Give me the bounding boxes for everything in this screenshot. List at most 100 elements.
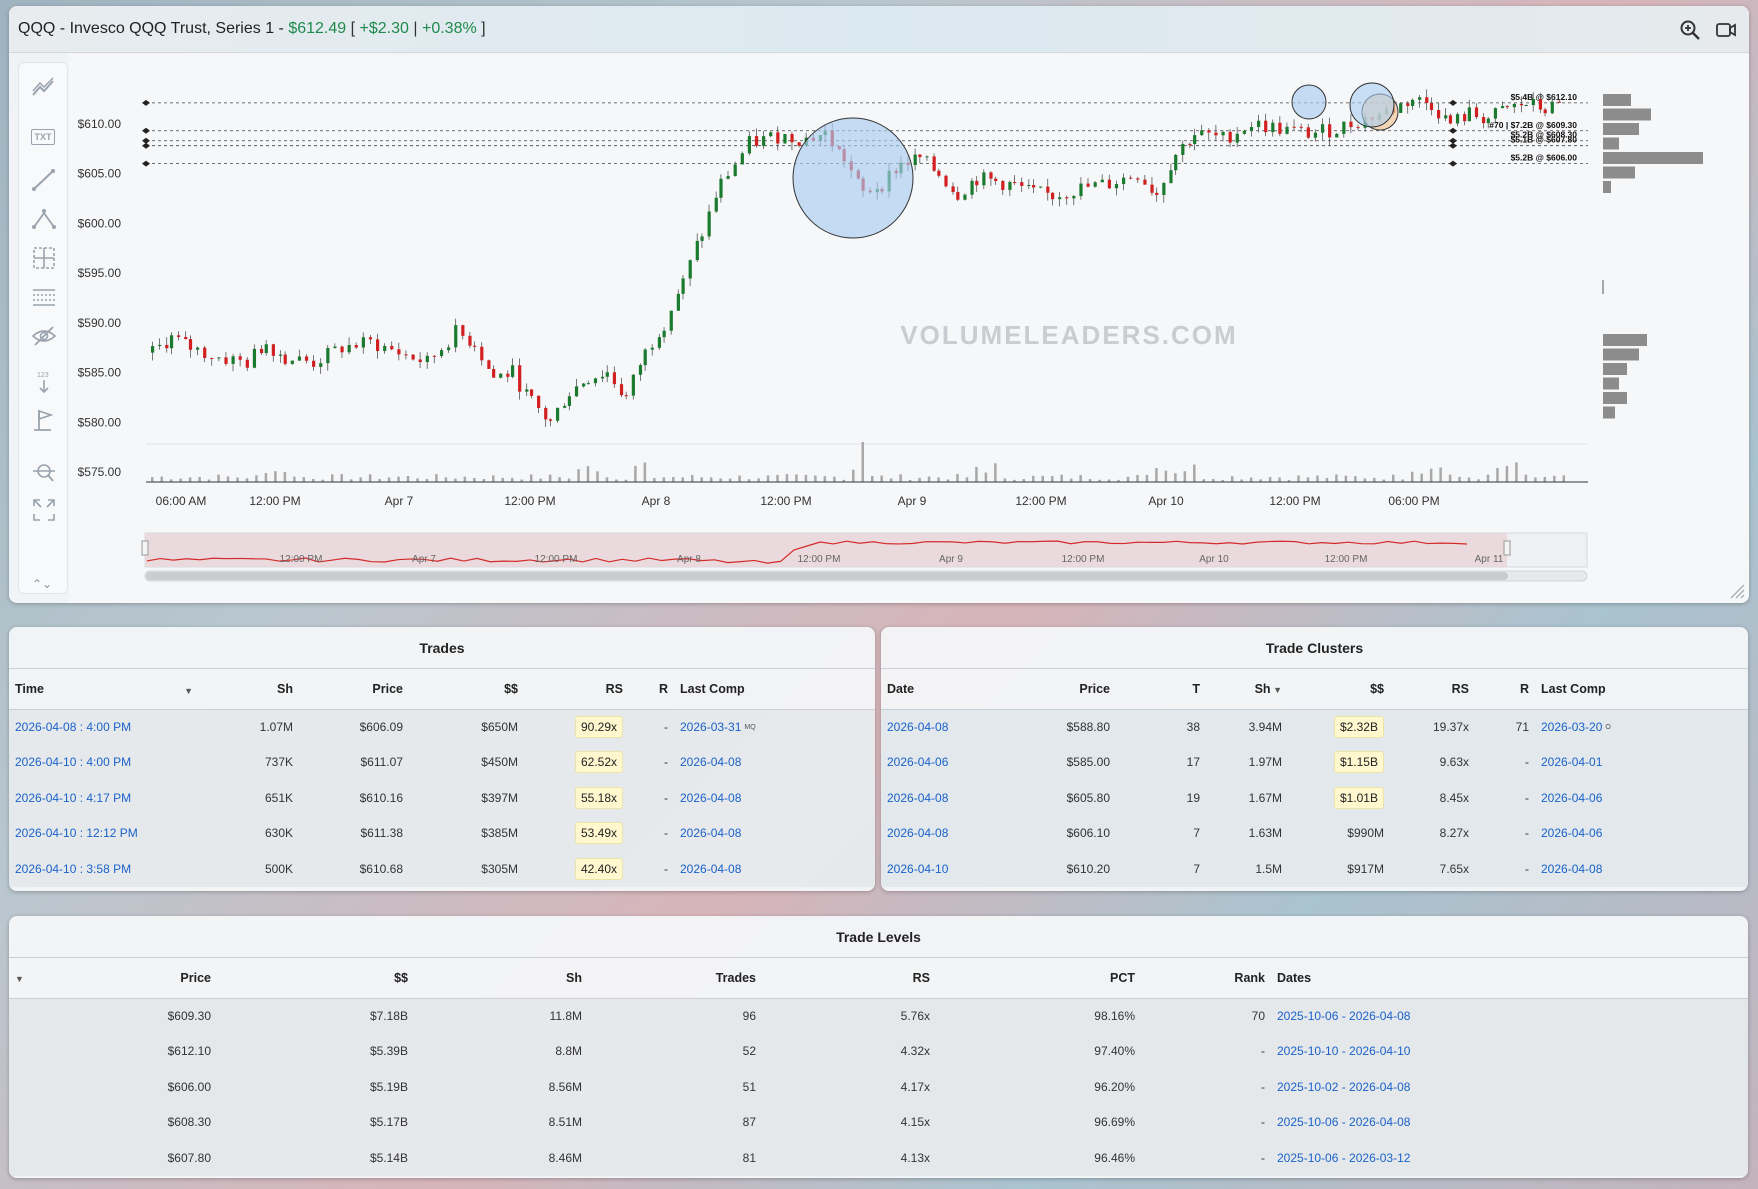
col-rs[interactable]: RS [762, 958, 936, 999]
table-row[interactable]: 2026-04-08 : 4:00 PM 1.07M $606.09 $650M 90.… [9, 709, 875, 745]
col-price[interactable]: Price [299, 669, 409, 710]
candle-body [506, 373, 510, 377]
cluster-date-link[interactable]: 2026-04-08 [887, 826, 948, 840]
col-last-comp[interactable]: Last Comp [674, 669, 875, 710]
table-row[interactable]: 2026-04-08 $605.80 19 1.67M $1.01B 8.45x -2026… [881, 780, 1748, 816]
col-rank[interactable]: Rank [1141, 958, 1271, 999]
dates-range-link[interactable]: 2025-10-06 - 2026-03-12 [1277, 1151, 1410, 1165]
fibonacci-icon[interactable] [31, 285, 57, 311]
table-row[interactable]: $608.30 $5.17B 8.51M 87 4.15x 96.69% -2025-10-… [9, 1104, 1748, 1140]
chart-area[interactable]: $610.00 $605.00 $600.00 $595.00 $590.00 $585.… [69, 54, 1749, 603]
volume-bar [1041, 475, 1044, 482]
last-comp-link[interactable]: 2026-03-20 [1541, 720, 1602, 734]
candle-body [1264, 120, 1268, 133]
flag-icon[interactable] [31, 407, 57, 433]
col-last-comp[interactable]: Last Comp [1535, 669, 1748, 710]
hide-drawings-icon[interactable] [31, 323, 57, 349]
volume-bar [454, 478, 457, 482]
col-sh[interactable]: Sh ▼ [1206, 669, 1288, 710]
cluster-bubble [1291, 84, 1327, 120]
volume-bar [728, 478, 732, 482]
resize-handle-icon[interactable] [1729, 583, 1745, 599]
dates-range-link[interactable]: 2025-10-02 - 2026-04-08 [1277, 1080, 1410, 1094]
video-camera-icon[interactable] [1715, 19, 1737, 46]
trade-time-link[interactable]: 2026-04-10 : 3:58 PM [15, 862, 131, 876]
sort-desc-icon[interactable]: ▼ [15, 974, 24, 984]
rank-cell: - [1525, 790, 1529, 805]
trade-time-link[interactable]: 2026-04-10 : 4:00 PM [15, 755, 131, 769]
last-comp-link[interactable]: 2026-04-08 [1541, 862, 1602, 876]
trend-lines-icon[interactable] [31, 75, 57, 101]
last-comp-link[interactable]: 2026-04-08 [680, 791, 741, 805]
last-comp-link[interactable]: 2026-04-06 [1541, 791, 1602, 805]
table-row[interactable]: 2026-04-10 : 4:00 PM 737K $611.07 $450M 62.5… [9, 744, 875, 780]
last-comp-link[interactable]: 2026-04-08 [680, 862, 741, 876]
table-row[interactable]: $612.10 $5.39B 8.8M 52 4.32x 97.40% -2025-10-1… [9, 1033, 1748, 1070]
col-t[interactable]: T [1116, 669, 1206, 710]
col-trades[interactable]: Trades [588, 958, 762, 999]
last-comp-link[interactable]: 2026-04-08 [680, 826, 741, 840]
col-rs[interactable]: RS [524, 669, 629, 710]
zoom-range-icon[interactable] [31, 459, 57, 485]
toolbar-toggle-icon[interactable]: ⌃⌄ [32, 577, 52, 591]
candle-body [1425, 97, 1429, 104]
spacer-cell [9, 1034, 49, 1070]
measure-tool-icon[interactable]: 123 [31, 369, 57, 395]
pattern-tool-icon[interactable] [31, 205, 57, 231]
sort-desc-icon[interactable]: ▼ [1271, 685, 1282, 695]
table-row[interactable]: 2026-04-10 : 3:58 PM 500K $610.68 $305M 42.4… [9, 851, 875, 887]
col-dates[interactable]: Dates [1271, 958, 1748, 999]
candlestick-chart[interactable]: $610.00 $605.00 $600.00 $595.00 $590.00 $585.… [69, 54, 1749, 603]
col-pct[interactable]: PCT [936, 958, 1141, 999]
cluster-date-link[interactable]: 2026-04-06 [887, 755, 948, 769]
table-row[interactable]: 2026-04-10 : 4:17 PM 651K $610.16 $397M 55.1… [9, 780, 875, 816]
spacer-cell [9, 1140, 49, 1176]
table-row[interactable]: 2026-04-08 $606.10 7 1.63M $990M 8.27x -2026-0… [881, 815, 1748, 851]
trade-time-link[interactable]: 2026-04-08 : 4:00 PM [15, 720, 131, 734]
table-row[interactable]: 2026-04-08 $588.80 38 3.94M $2.32B 19.37x 71 20… [881, 709, 1748, 745]
col-dollars[interactable]: $$ [409, 669, 524, 710]
table-row[interactable]: $609.30 $7.18B 11.8M 96 5.76x 98.16% 70 2025-10… [9, 998, 1748, 1034]
last-comp-link[interactable]: 2026-04-08 [680, 755, 741, 769]
line-tool-icon[interactable] [31, 167, 57, 193]
volume-bar [709, 477, 713, 482]
sort-desc-icon[interactable]: ▼ [184, 686, 193, 696]
col-sh[interactable]: Sh [414, 958, 588, 999]
table-row[interactable]: $607.80 $5.14B 8.46M 81 4.13x 96.46% -2025-10-… [9, 1140, 1748, 1176]
candle-body [245, 359, 249, 368]
col-r[interactable]: R [629, 669, 674, 710]
last-comp-link[interactable]: 2026-04-01 [1541, 755, 1602, 769]
col-price[interactable]: Price [49, 958, 217, 999]
col-sh[interactable]: Sh [199, 669, 299, 710]
last-comp-link[interactable]: 2026-03-31 [680, 720, 741, 734]
table-row[interactable]: 2026-04-10 $610.20 7 1.5M $917M 7.65x -2026-04… [881, 851, 1748, 887]
fullscreen-icon[interactable] [31, 497, 57, 523]
col-r[interactable]: R [1475, 669, 1535, 710]
trade-time-link[interactable]: 2026-04-10 : 12:12 PM [15, 826, 138, 840]
x-axis-tick-label: Apr 7 [385, 494, 414, 508]
table-row[interactable]: 2026-04-10 : 12:12 PM 630K $611.38 $385M 53.… [9, 815, 875, 851]
col-dollars[interactable]: $$ [1288, 669, 1390, 710]
col-time[interactable]: Time ▼ [9, 669, 199, 710]
col-price[interactable]: Price [991, 669, 1116, 710]
dates-range-link[interactable]: 2025-10-10 - 2026-04-10 [1277, 1044, 1410, 1058]
crosshair-box-icon[interactable] [31, 245, 57, 271]
zoom-in-icon[interactable] [1679, 19, 1701, 46]
dates-range-link[interactable]: 2025-10-06 - 2026-04-08 [1277, 1009, 1410, 1023]
trades-count-cell: 38 [1186, 720, 1200, 734]
rs-badge: 90.29x [574, 716, 623, 738]
col-date[interactable]: Date [881, 669, 991, 710]
col-sort[interactable]: ▼ [9, 958, 49, 999]
trade-time-link[interactable]: 2026-04-10 : 4:17 PM [15, 791, 131, 805]
cluster-date-link[interactable]: 2026-04-08 [887, 791, 948, 805]
col-rs[interactable]: RS [1390, 669, 1475, 710]
text-tool-icon[interactable]: TXT [31, 125, 57, 151]
cluster-date-link[interactable]: 2026-04-10 [887, 862, 948, 876]
dates-range-link[interactable]: 2025-10-06 - 2026-04-08 [1277, 1115, 1410, 1129]
last-comp-link[interactable]: 2026-04-06 [1541, 826, 1602, 840]
cluster-date-link[interactable]: 2026-04-08 [887, 720, 948, 734]
table-row[interactable]: 2026-04-06 $585.00 17 1.97M $1.15B 9.63x -2026… [881, 744, 1748, 780]
table-row[interactable]: $606.00 $5.19B 8.56M 51 4.17x 96.20% -2025-10-… [9, 1069, 1748, 1105]
col-dollars[interactable]: $$ [217, 958, 414, 999]
shares-cell: 500K [264, 861, 293, 876]
